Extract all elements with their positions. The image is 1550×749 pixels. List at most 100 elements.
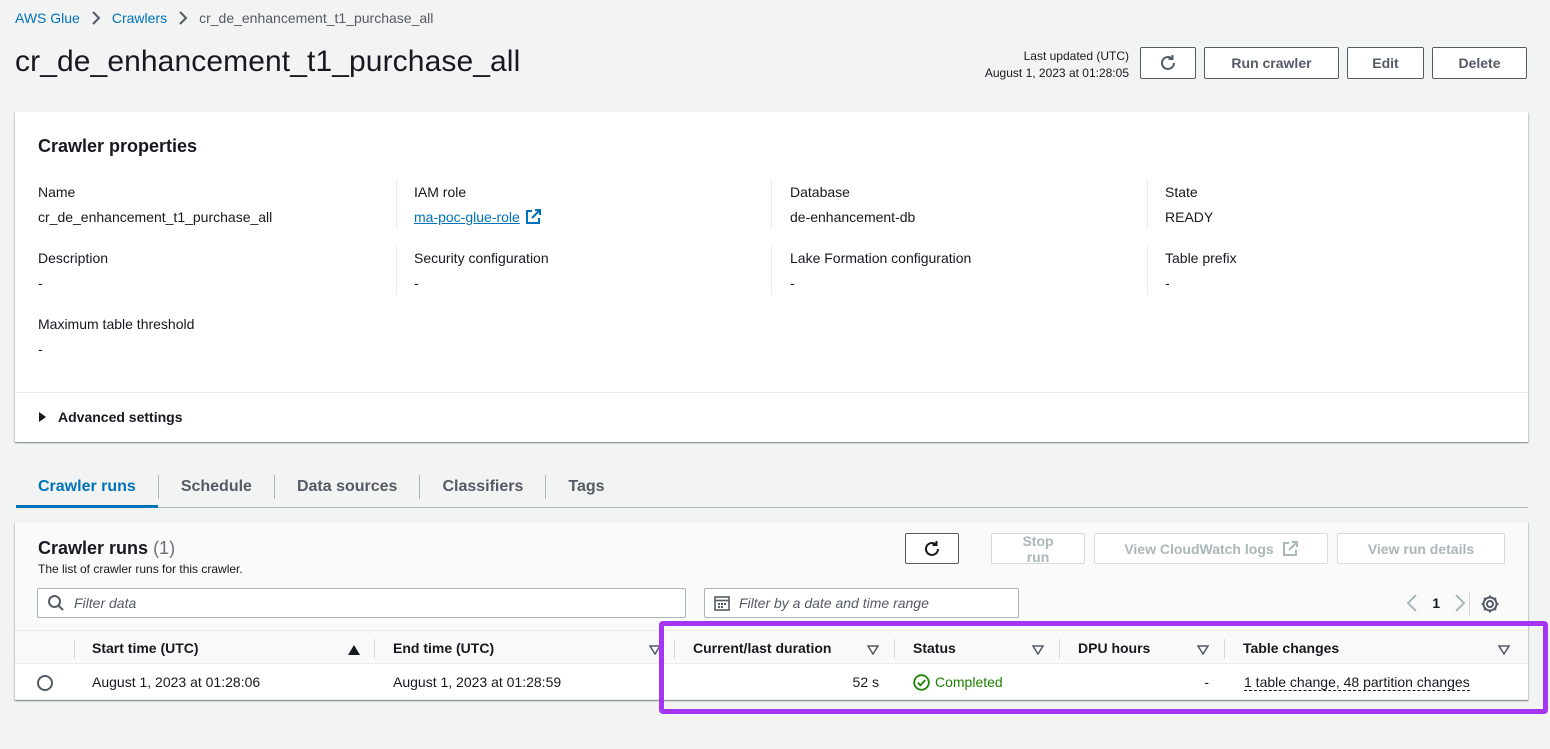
prop-lake-value: - <box>790 275 795 291</box>
advanced-settings-toggle[interactable]: Advanced settings <box>39 409 182 425</box>
tab-data-sources[interactable]: Data sources <box>275 468 420 506</box>
delete-button[interactable]: Delete <box>1432 47 1527 79</box>
view-cloudwatch-logs-button[interactable]: View CloudWatch logs <box>1094 533 1328 564</box>
calendar-icon <box>714 595 730 611</box>
col-dpu-label: DPU hours <box>1078 640 1151 656</box>
col-table-changes[interactable]: Table changes <box>1243 631 1511 665</box>
cell-table-changes[interactable]: 1 table change, 48 partition changes <box>1244 664 1470 700</box>
table-header: Start time (UTC) End time (UTC) Current/… <box>15 630 1528 664</box>
breadcrumb-current: cr_de_enhancement_t1_purchase_all <box>199 10 434 26</box>
divider <box>15 392 1528 393</box>
cell-end-time: August 1, 2023 at 01:28:59 <box>393 674 562 690</box>
chevron-right-icon[interactable] <box>1454 594 1466 612</box>
prop-desc-value: - <box>38 275 43 291</box>
search-icon <box>47 594 65 612</box>
iam-role-value: ma-poc-glue-role <box>414 209 520 225</box>
table-changes-popover[interactable]: 1 table change, 48 partition changes <box>1244 674 1470 691</box>
cell-duration: 52 s <box>852 674 879 690</box>
prop-desc-label: Description <box>38 250 109 266</box>
prop-name-value: cr_de_enhancement_t1_purchase_all <box>38 209 273 225</box>
column-divider <box>1147 179 1148 229</box>
runs-title-text: Crawler runs <box>38 538 149 558</box>
refresh-icon <box>923 540 941 558</box>
column-divider <box>374 639 375 659</box>
date-range-placeholder: Filter by a date and time range <box>739 595 929 611</box>
prop-prefix-value: - <box>1165 275 1170 291</box>
external-link-icon <box>525 209 541 225</box>
run-crawler-button[interactable]: Run crawler <box>1204 47 1339 79</box>
col-end-time[interactable]: End time (UTC) <box>393 631 662 665</box>
prop-prefix-label: Table prefix <box>1165 250 1237 266</box>
sort-ascending-icon <box>348 642 360 658</box>
iam-role-link[interactable]: ma-poc-glue-role <box>414 207 541 227</box>
runs-description: The list of crawler runs for this crawle… <box>38 562 243 576</box>
col-table-changes-label: Table changes <box>1243 640 1340 656</box>
status-text: Completed <box>935 674 1003 690</box>
last-updated-label: Last updated (UTC) <box>1023 49 1129 63</box>
sort-icon <box>866 642 880 658</box>
row-select-radio[interactable] <box>37 675 53 691</box>
prop-lake-formation: Lake Formation configuration - <box>790 248 971 293</box>
tab-bar: Crawler runs Schedule Data sources Class… <box>16 468 1528 508</box>
sort-icon <box>1031 642 1045 658</box>
tab-crawler-runs[interactable]: Crawler runs <box>16 468 158 508</box>
stop-run-button[interactable]: Stop run <box>991 533 1085 565</box>
column-divider <box>396 179 397 229</box>
prop-state-label: State <box>1165 184 1198 200</box>
prop-database: Database de-enhancement-db <box>790 182 915 227</box>
prop-iam-role: IAM role ma-poc-glue-role <box>414 182 541 227</box>
col-end-time-label: End time (UTC) <box>393 640 495 656</box>
page-number[interactable]: 1 <box>1432 595 1440 611</box>
divider <box>1469 592 1470 616</box>
cell-status: Completed <box>913 664 1003 700</box>
prop-iam-label: IAM role <box>414 184 467 200</box>
prop-db-value: de-enhancement-db <box>790 209 916 225</box>
prop-security: Security configuration - <box>414 248 549 293</box>
col-status[interactable]: Status <box>913 631 1045 665</box>
runs-title: Crawler runs (1) <box>38 538 175 559</box>
breadcrumb: AWS Glue Crawlers cr_de_enhancement_t1_p… <box>15 10 433 26</box>
runs-count: (1) <box>153 538 176 558</box>
prop-table-prefix: Table prefix - <box>1165 248 1237 293</box>
col-dpu-hours[interactable]: DPU hours <box>1078 631 1210 665</box>
col-duration[interactable]: Current/last duration <box>693 631 880 665</box>
col-duration-label: Current/last duration <box>693 640 832 656</box>
crawler-properties-panel: Crawler properties Name cr_de_enhancemen… <box>15 112 1528 442</box>
crawler-runs-panel: Crawler runs (1) The list of crawler run… <box>15 522 1528 700</box>
tab-schedule[interactable]: Schedule <box>159 468 274 506</box>
last-updated-value: August 1, 2023 at 01:28:05 <box>984 66 1129 80</box>
prop-max-threshold: Maximum table threshold - <box>38 314 194 359</box>
prop-max-label: Maximum table threshold <box>38 316 195 332</box>
table-row[interactable]: August 1, 2023 at 01:28:06 August 1, 202… <box>15 664 1528 700</box>
view-run-details-button[interactable]: View run details <box>1337 533 1505 564</box>
status-badge: Completed <box>913 673 1003 691</box>
properties-title: Crawler properties <box>38 136 198 156</box>
edit-button[interactable]: Edit <box>1347 47 1424 79</box>
tab-classifiers[interactable]: Classifiers <box>420 468 545 506</box>
settings-gear-icon[interactable] <box>1480 594 1500 614</box>
last-updated: Last updated (UTC) August 1, 2023 at 01:… <box>985 48 1129 82</box>
breadcrumb-crawlers[interactable]: Crawlers <box>112 10 167 26</box>
column-divider <box>1147 245 1148 295</box>
filter-data-input[interactable]: Filter data <box>37 588 686 618</box>
column-divider <box>894 639 895 659</box>
prop-state: State READY <box>1165 182 1213 227</box>
breadcrumb-aws-glue[interactable]: AWS Glue <box>15 10 80 26</box>
column-divider <box>1224 639 1225 659</box>
col-start-time[interactable]: Start time (UTC) <box>92 631 360 665</box>
sort-icon <box>648 642 662 658</box>
tab-tags[interactable]: Tags <box>546 468 626 506</box>
date-range-filter[interactable]: Filter by a date and time range <box>704 588 1019 618</box>
column-divider <box>674 639 675 659</box>
caret-right-icon <box>39 412 46 422</box>
runs-refresh-button[interactable] <box>905 533 959 564</box>
chevron-right-icon <box>91 11 101 25</box>
chevron-left-icon[interactable] <box>1406 594 1418 612</box>
refresh-icon <box>1159 54 1177 72</box>
sort-icon <box>1497 642 1511 658</box>
page-title: cr_de_enhancement_t1_purchase_all <box>15 45 521 78</box>
cell-start-time: August 1, 2023 at 01:28:06 <box>92 674 261 690</box>
check-circle-icon <box>913 673 930 691</box>
prop-description: Description - <box>38 248 108 293</box>
refresh-button[interactable] <box>1140 47 1196 79</box>
